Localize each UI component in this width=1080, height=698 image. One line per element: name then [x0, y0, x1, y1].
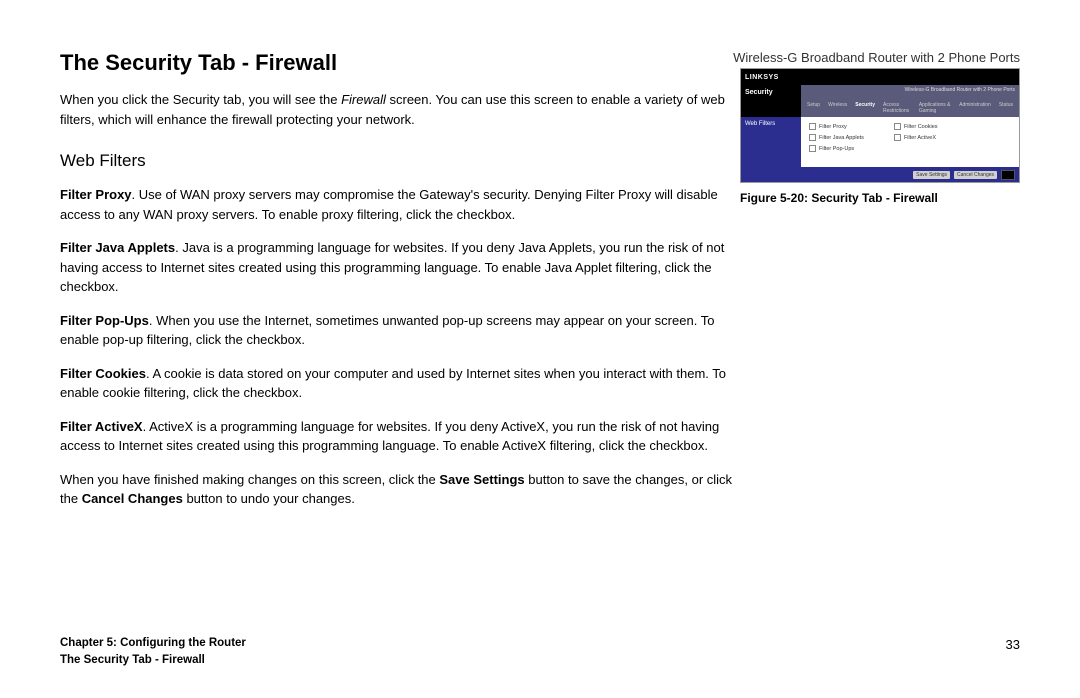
fig-nav-right: Wireless-G Broadband Router with 2 Phone…: [801, 85, 1019, 117]
cancel-changes-label: Cancel Changes: [82, 491, 183, 506]
save-settings-label: Save Settings: [439, 472, 524, 487]
para-filter-activex: Filter ActiveX. ActiveX is a programming…: [60, 417, 740, 456]
fig-cancel-button: Cancel Changes: [954, 171, 997, 179]
fig-tab-access: Access Restrictions: [881, 101, 913, 115]
label-filter-java: Filter Java Applets: [60, 240, 175, 255]
footer-section: The Security Tab - Firewall: [60, 654, 1020, 666]
para-filter-proxy: Filter Proxy. Use of WAN proxy servers m…: [60, 185, 740, 224]
fig-check-activex: Filter ActiveX: [894, 134, 938, 141]
para-save-cancel: When you have finished making changes on…: [60, 470, 740, 509]
figure-screenshot: LINKSYS Security Wireless-G Broadband Ro…: [740, 68, 1020, 183]
intro-pre: When you click the Security tab, you wil…: [60, 92, 341, 107]
fig-tab-security: Security: [853, 101, 877, 115]
fig-save-button: Save Settings: [913, 171, 950, 179]
fig-body: Web Filters Filter Proxy Filter Java App…: [741, 117, 1019, 169]
fig-topbar: LINKSYS: [741, 69, 1019, 85]
fig-navband: Security Wireless-G Broadband Router wit…: [741, 85, 1019, 117]
text-filter-cookies: . A cookie is data stored on your comput…: [60, 366, 726, 401]
intro-paragraph: When you click the Security tab, you wil…: [60, 90, 740, 129]
linksys-logo: LINKSYS: [745, 74, 779, 81]
para-filter-cookies: Filter Cookies. A cookie is data stored …: [60, 364, 740, 403]
footer-line1: Chapter 5: Configuring the Router 33: [60, 637, 1020, 652]
intro-italic: Firewall: [341, 92, 386, 107]
fig-tabs: Setup Wireless Security Access Restricti…: [805, 101, 1015, 115]
para-filter-java: Filter Java Applets. Java is a programmi…: [60, 238, 740, 297]
label-filter-proxy: Filter Proxy: [60, 187, 132, 202]
fig-check-java-label: Filter Java Applets: [819, 135, 864, 141]
figure-caption: Figure 5-20: Security Tab - Firewall: [740, 191, 1020, 205]
fig-tab-admin: Administration: [957, 101, 993, 115]
text-filter-activex: . ActiveX is a programming language for …: [60, 419, 719, 454]
label-filter-popups: Filter Pop-Ups: [60, 313, 149, 328]
fig-tab-wireless: Wireless: [826, 101, 849, 115]
page-footer: Chapter 5: Configuring the Router 33 The…: [60, 637, 1020, 666]
page-container: Wireless-G Broadband Router with 2 Phone…: [0, 0, 1080, 698]
save-pre: When you have finished making changes on…: [60, 472, 439, 487]
footer-chapter: Chapter 5: Configuring the Router: [60, 637, 246, 652]
fig-product-name: Wireless-G Broadband Router with 2 Phone…: [905, 87, 1015, 93]
page-number: 33: [1006, 637, 1020, 652]
fig-content: Filter Proxy Filter Java Applets Filter …: [801, 117, 1019, 169]
fig-check-cookies-label: Filter Cookies: [904, 124, 938, 130]
fig-tab-setup: Setup: [805, 101, 822, 115]
fig-tab-security-label: Security: [741, 85, 801, 117]
para-filter-popups: Filter Pop-Ups. When you use the Interne…: [60, 311, 740, 350]
text-filter-popups: . When you use the Internet, sometimes u…: [60, 313, 714, 348]
save-post: button to undo your changes.: [183, 491, 355, 506]
fig-check-popups: Filter Pop-Ups: [809, 145, 864, 152]
fig-check-java: Filter Java Applets: [809, 134, 864, 141]
fig-check-popups-label: Filter Pop-Ups: [819, 146, 854, 152]
fig-check-cookies: Filter Cookies: [894, 123, 938, 130]
fig-tab-status: Status: [997, 101, 1015, 115]
cisco-icon: [1001, 170, 1015, 180]
product-header: Wireless-G Broadband Router with 2 Phone…: [733, 50, 1020, 65]
label-filter-cookies: Filter Cookies: [60, 366, 146, 381]
label-filter-activex: Filter ActiveX: [60, 419, 143, 434]
fig-bottombar: Save Settings Cancel Changes: [741, 167, 1019, 182]
text-filter-proxy: . Use of WAN proxy servers may compromis…: [60, 187, 718, 222]
figure-container: LINKSYS Security Wireless-G Broadband Ro…: [740, 68, 1020, 205]
fig-check-proxy: Filter Proxy: [809, 123, 864, 130]
fig-check-proxy-label: Filter Proxy: [819, 124, 847, 130]
fig-check-activex-label: Filter ActiveX: [904, 135, 936, 141]
fig-sidebar-left: Web Filters: [741, 117, 801, 169]
fig-col-right: Filter Cookies Filter ActiveX: [894, 123, 938, 163]
fig-tab-apps: Applications & Gaming: [917, 101, 953, 115]
fig-col-left: Filter Proxy Filter Java Applets Filter …: [809, 123, 864, 163]
